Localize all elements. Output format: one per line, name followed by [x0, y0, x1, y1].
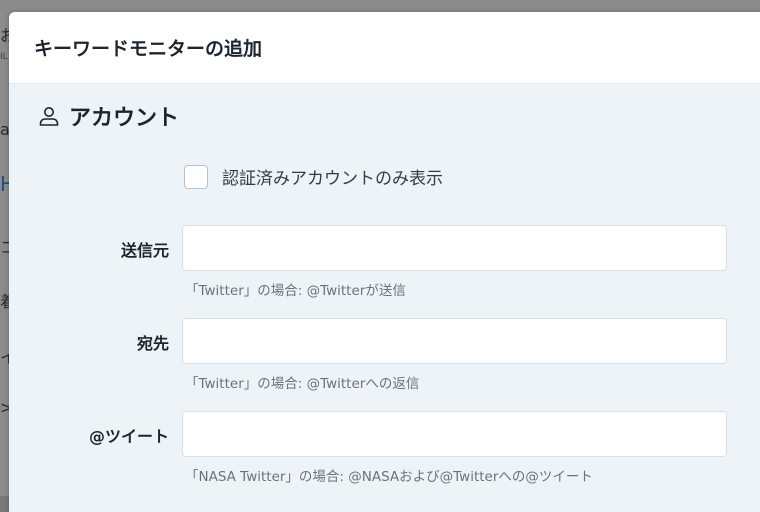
to-input[interactable] [182, 318, 727, 364]
from-label: 送信元 [120, 241, 169, 260]
verified-only-checkbox[interactable] [184, 164, 208, 189]
user-icon [39, 107, 59, 126]
from-input[interactable] [182, 225, 727, 271]
mention-input[interactable] [182, 411, 727, 457]
from-hint: 「Twitter」の場合: @Twitterが送信 [185, 283, 406, 299]
to-label: 宛先 [136, 334, 169, 353]
section-label: アカウント [69, 106, 180, 131]
verified-only-label: 認証済みアカウントのみ表示 [222, 169, 443, 189]
verified-only-option[interactable]: 認証済みアカウントのみ表示 [184, 164, 443, 189]
mention-label: @ツイート [88, 427, 169, 446]
account-section-heading: アカウント [37, 100, 179, 132]
dialog-title: キーワードモニターの追加 [34, 38, 263, 60]
add-keyword-monitor-dialog: キーワードモニターの追加 アカウント 認証済みアカウントのみ表示 送信元 「Tw… [9, 12, 760, 512]
to-hint: 「Twitter」の場合: @Twitterへの返信 [185, 376, 420, 392]
mention-hint: 「NASA Twitter」の場合: @NASAおよび@Twitterへの@ツイ… [185, 469, 593, 485]
dialog-header: キーワードモニターの追加 [9, 12, 760, 84]
